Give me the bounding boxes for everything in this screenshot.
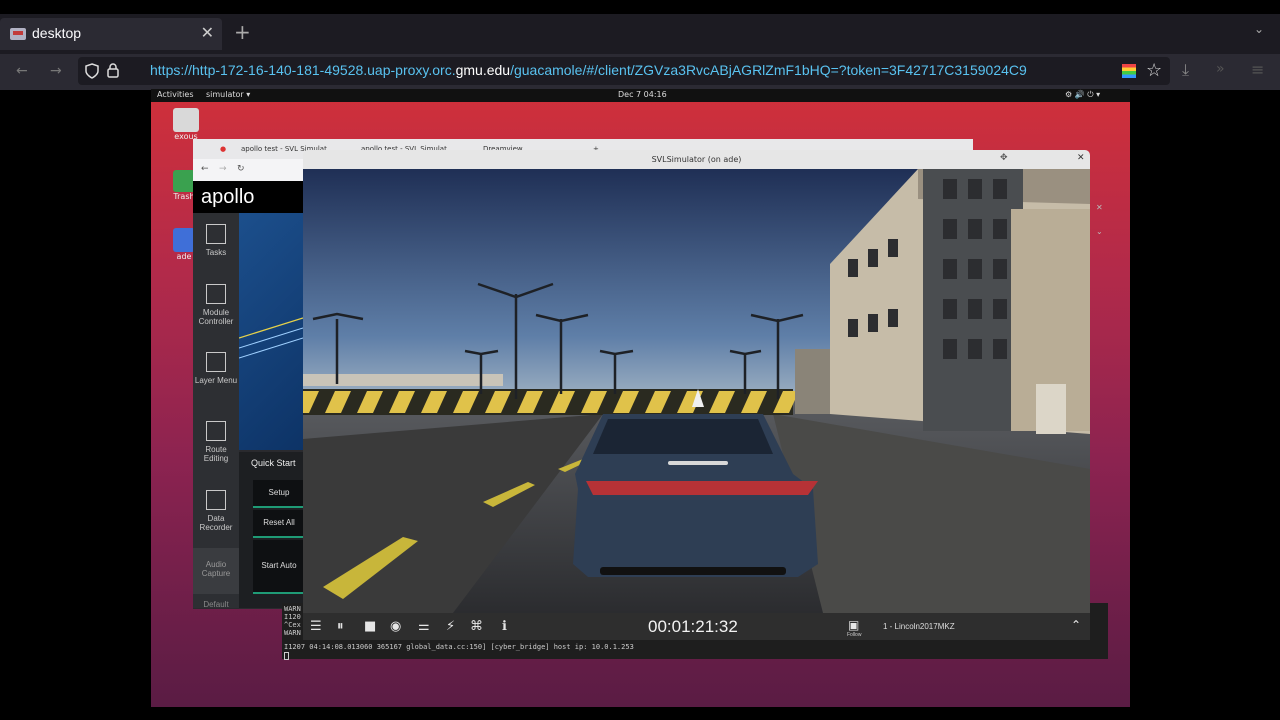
plug-icon[interactable]: ⚡	[446, 619, 455, 634]
menu-icon[interactable]: ≡	[1251, 60, 1264, 79]
pause-icon[interactable]: ⏸	[337, 619, 344, 634]
menu-icon[interactable]: ☰	[310, 619, 322, 634]
terminal-cursor	[284, 652, 289, 660]
bookmark-star-icon[interactable]: ☆	[1146, 60, 1162, 81]
follow-label: Follow	[847, 632, 862, 638]
url-domain: gmu.edu	[455, 62, 511, 78]
extension-icon[interactable]	[1122, 64, 1136, 78]
shield-icon[interactable]	[84, 63, 100, 79]
terminal-line: I1207 04:14:08.013060 365167 global_data…	[284, 643, 634, 651]
layers-icon	[206, 352, 226, 372]
setup-button[interactable]: Setup	[253, 480, 305, 508]
sliders-icon	[206, 284, 226, 304]
controller-icon[interactable]: ⌘	[470, 619, 483, 634]
close-tab-icon[interactable]: ✕	[201, 23, 214, 42]
reset-all-button[interactable]: Reset All	[253, 510, 305, 538]
simulation-time: 00:01:21:32	[648, 617, 738, 636]
sidebar-item-label: Data Recorder	[199, 514, 233, 532]
apollo-logo: apollo	[201, 186, 255, 208]
new-tab-icon[interactable]: +	[234, 20, 251, 44]
sidebar-item-audio-capture[interactable]: Audio Capture	[193, 548, 239, 594]
sidebar-item-label: Layer Menu	[194, 376, 238, 385]
route-icon	[206, 421, 226, 441]
desktop-home-icon[interactable]: exous	[168, 108, 204, 141]
sidebar-item-data-recorder[interactable]: Data Recorder	[193, 490, 239, 532]
simulator-title: SVLSimulator (on ade)	[651, 155, 742, 164]
vm-back-icon[interactable]: ←	[201, 164, 209, 174]
app-menu[interactable]: simulator ▾	[206, 90, 250, 99]
back-icon[interactable]: ←	[16, 63, 28, 79]
url-prefix: https://http-172-16-140-181-49528.uap-pr…	[150, 62, 456, 78]
download-icon[interactable]: ⤓	[1182, 60, 1189, 80]
start-auto-button[interactable]: Start Auto	[253, 540, 305, 594]
sidebar-item-label: Default	[203, 600, 229, 609]
system-tray-icons[interactable]: ⚙ 🔊 ⏻ ▾	[1065, 90, 1100, 100]
forward-icon[interactable]: →	[50, 63, 62, 79]
sidebar-item-label: Tasks	[205, 248, 227, 257]
url-text[interactable]: https://http-172-16-140-181-49528.uap-pr…	[150, 62, 1115, 78]
sidebar-item-label: Route Editing	[203, 445, 229, 463]
firefox-icon: ●	[220, 145, 227, 153]
sidebar-item-label: Audio Capture	[201, 560, 231, 578]
move-cursor-icon: ✥	[1000, 153, 1008, 163]
chevron-down-icon[interactable]: ⌄	[1096, 227, 1103, 236]
chevron-up-icon[interactable]: ⌃	[1071, 618, 1081, 632]
sidebar-item-module-controller[interactable]: Module Controller	[193, 284, 239, 326]
recorder-icon	[206, 490, 226, 510]
remote-desktop-icon	[10, 28, 26, 40]
close-simulator-icon[interactable]: ✕	[1077, 153, 1085, 163]
vm-reload-icon[interactable]: ↻	[237, 164, 245, 174]
home-folder-icon	[173, 108, 199, 132]
sidebar-item-tasks[interactable]: Tasks	[193, 224, 239, 257]
sidebar-item-layer-menu[interactable]: Layer Menu	[193, 352, 239, 385]
lock-icon[interactable]	[106, 62, 120, 78]
desktop-icon-label: ade	[176, 252, 192, 261]
lane-lines	[238, 317, 304, 359]
dreamview-scene[interactable]	[238, 213, 304, 450]
stop-icon[interactable]: ■	[364, 619, 376, 634]
terminal-line: WARN	[284, 605, 301, 613]
list-tabs-icon[interactable]: ⌄	[1254, 22, 1264, 36]
simulator-viewport[interactable]	[303, 169, 1090, 613]
quick-start-title: Quick Start	[251, 458, 296, 468]
simulator-titlebar[interactable]: SVLSimulator (on ade) ✥ ✕	[303, 150, 1090, 169]
terminal-line: I120	[284, 613, 301, 621]
gnome-clock[interactable]: Dec 7 04:16	[618, 90, 667, 99]
close-panel-icon[interactable]: ✕	[1096, 203, 1103, 212]
terminal-line: ^Cex	[284, 621, 301, 629]
camera-icon[interactable]: ▣	[848, 618, 859, 632]
dreamview-nav-bar: ← → ↻	[193, 159, 303, 181]
url-suffix: /guacamole/#/client/ZGVza3RvcABjAGRlZmF1…	[510, 62, 1027, 78]
ade-icon	[173, 228, 195, 252]
grid-icon	[206, 224, 226, 244]
tab-title: desktop	[32, 25, 82, 41]
activities-button[interactable]: Activities	[157, 90, 194, 99]
sidebar-item-default[interactable]: Default	[193, 600, 239, 609]
sidebar-item-label: Module Controller	[198, 308, 234, 326]
info-icon[interactable]: ℹ	[502, 619, 507, 634]
browser-tab[interactable]: desktop ✕	[0, 18, 222, 50]
overflow-icon[interactable]: »	[1216, 61, 1225, 77]
terminal-line: WARN	[284, 629, 301, 637]
visibility-icon[interactable]: ◉	[390, 619, 401, 634]
settings-sliders-icon[interactable]: ⚌	[418, 619, 430, 634]
vehicle-select[interactable]: 1 - Lincoln2017MKZ	[883, 622, 955, 631]
simulation-scene	[303, 169, 1090, 613]
vm-forward-icon[interactable]: →	[219, 164, 227, 174]
desktop-icon-label: Trash	[173, 192, 195, 201]
sidebar-item-route-editing[interactable]: Route Editing	[193, 421, 239, 463]
trash-icon	[173, 170, 195, 192]
gnome-top-bar: Activities simulator ▾ Dec 7 04:16 ⚙ 🔊 ⏻…	[151, 89, 1130, 102]
